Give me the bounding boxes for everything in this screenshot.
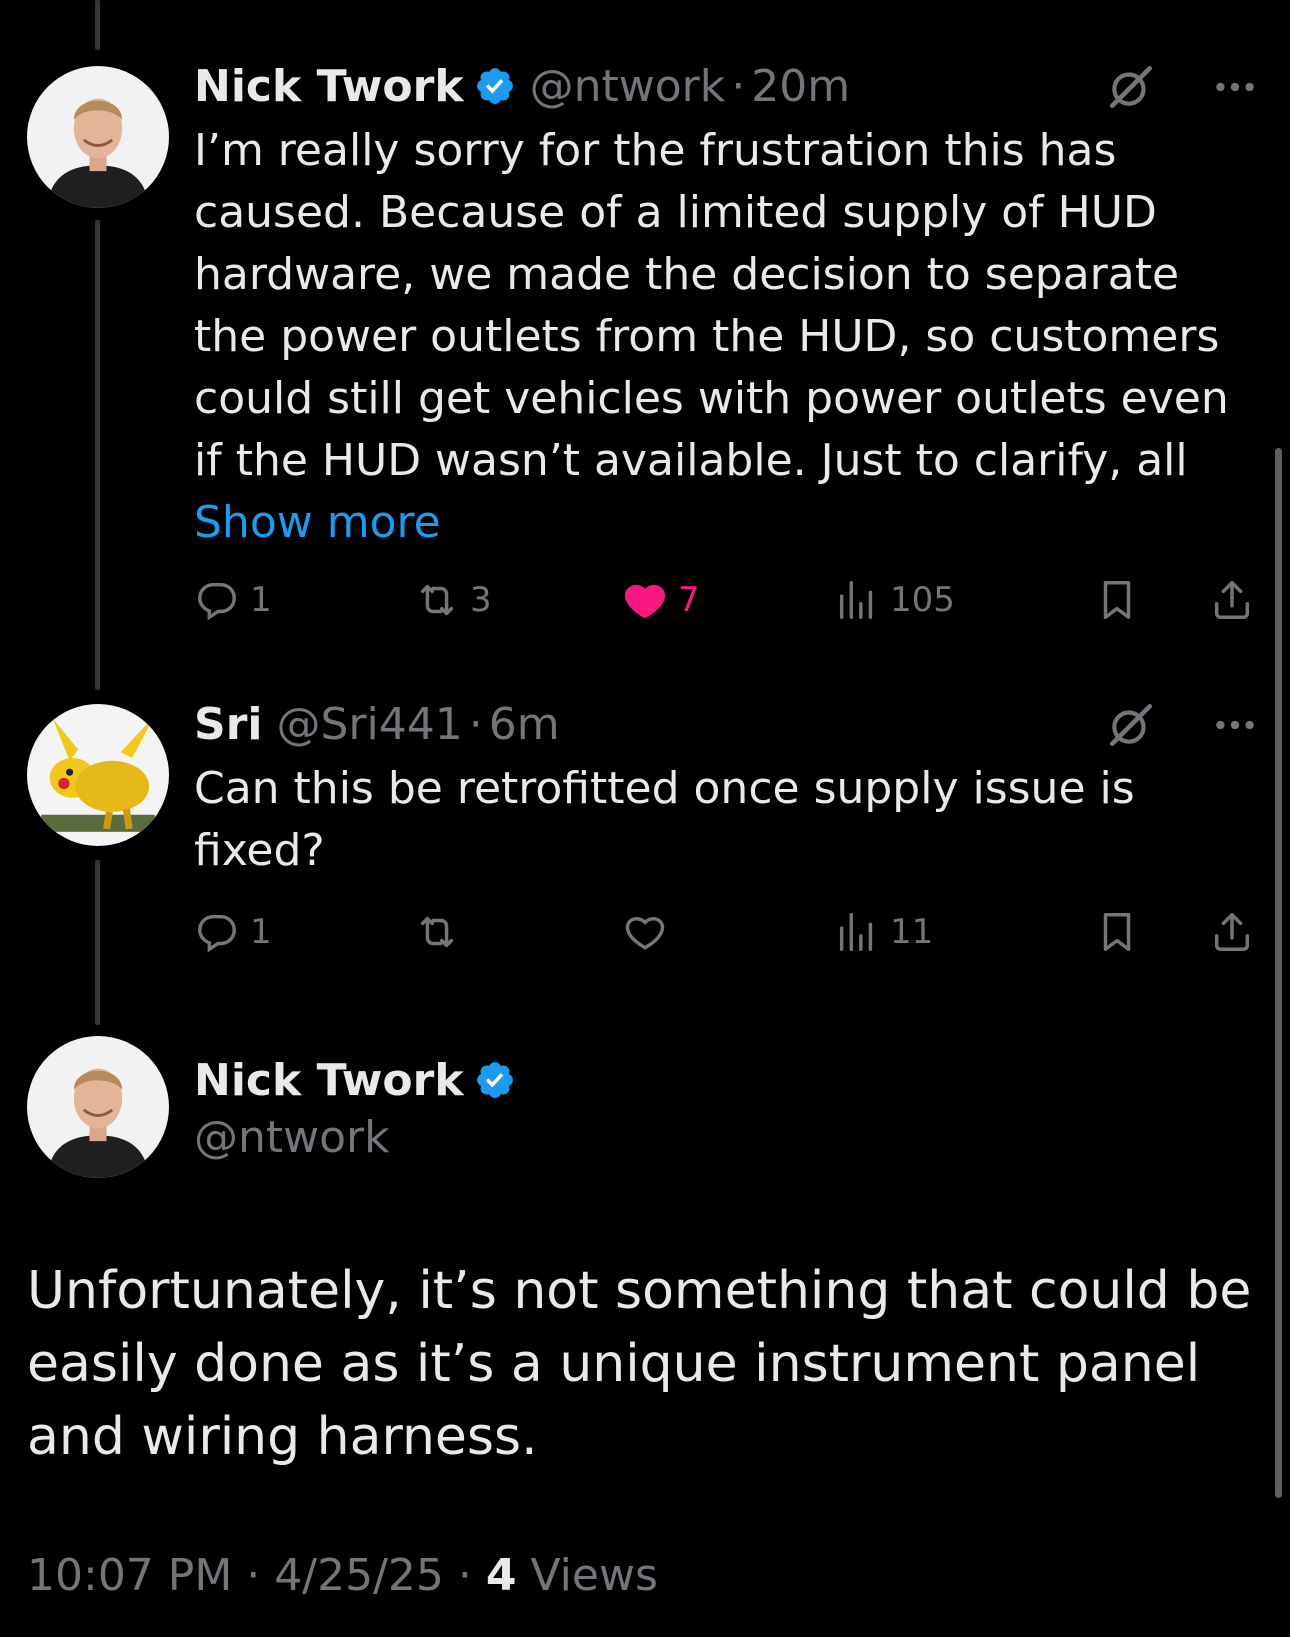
like-button[interactable] [622,902,668,962]
reply-count: 1 [250,580,272,620]
timestamp[interactable]: 6m [489,699,560,750]
handle[interactable]: @ntwork [530,61,726,112]
display-name[interactable]: Nick Twork [194,61,464,112]
show-more-link[interactable]: Show more [194,497,441,548]
views-button[interactable]: 11 [834,902,933,962]
heart-icon [625,917,665,950]
reply-count: 1 [250,912,272,952]
thread-line-2 [95,860,100,1025]
tweet-time[interactable]: 10:07 PM [27,1550,232,1601]
avatar[interactable] [27,1036,169,1178]
tweet-timestamp-row: 10:07 PM · 4/25/25 · 4 Views [27,1550,658,1601]
verified-badge-icon [474,1059,516,1101]
tweet-actions: 1 3 7 105 [194,570,1264,630]
share-button[interactable] [1209,570,1255,630]
thread-line-1 [95,220,100,690]
bookmark-button[interactable] [1094,902,1140,962]
share-icon [1214,581,1250,619]
more-icon[interactable] [1210,62,1260,112]
main-tweet-header: Nick Twork [194,1050,516,1110]
bookmark-icon [1103,581,1131,619]
reply-button[interactable]: 1 [194,902,272,962]
grok-icon[interactable] [1106,62,1156,112]
person-avatar-icon [27,1036,169,1178]
share-button[interactable] [1209,902,1255,962]
repost-button[interactable] [414,902,460,962]
handle[interactable]: @Sri441 [276,699,462,750]
separator: · [246,1550,261,1601]
separator: · [731,60,746,112]
verified-badge-icon [474,65,516,107]
reply-icon [198,914,236,953]
views-label: Views [530,1550,658,1601]
views-icon [839,581,873,619]
views-icon [839,913,873,951]
reply-icon [198,582,236,621]
pikachu-avatar-icon [27,704,169,846]
separator: · [457,1550,472,1601]
reply-button[interactable]: 1 [194,570,272,630]
views-count: 105 [890,580,955,620]
person-avatar-icon [27,66,169,208]
views-count: 4 [485,1550,517,1601]
like-button[interactable]: 7 [622,570,700,630]
like-count: 7 [678,580,700,620]
bookmark-button[interactable] [1094,570,1140,630]
repost-icon [420,584,454,616]
avatar[interactable] [27,704,169,846]
bookmark-icon [1103,913,1131,951]
scrollbar[interactable] [1275,448,1282,1498]
repost-icon [420,916,454,948]
repost-count: 3 [470,580,492,620]
tweet-text[interactable]: I’m really sorry for the frustration thi… [194,120,1264,554]
main-tweet-text[interactable]: Unfortunately, it’s not something that c… [27,1255,1257,1474]
thread-line-top [95,0,100,50]
views-button[interactable]: 105 [834,570,955,630]
tweet-text-content: I’m really sorry for the frustration thi… [194,125,1229,486]
heart-icon [625,584,665,619]
display-name[interactable]: Sri [194,699,262,750]
views-count: 11 [890,912,934,952]
tweet-text-content: Can this be retrofitted once supply issu… [194,763,1135,876]
repost-button[interactable]: 3 [414,570,492,630]
handle[interactable]: @ntwork [194,1112,390,1163]
separator: · [468,698,483,750]
timestamp[interactable]: 20m [751,61,850,112]
more-icon[interactable] [1210,700,1260,750]
avatar[interactable] [27,66,169,208]
display-name[interactable]: Nick Twork [194,1055,464,1106]
tweet-date[interactable]: 4/25/25 [274,1550,444,1601]
tweet-actions: 1 11 [194,902,1264,962]
share-icon [1214,913,1250,951]
grok-icon[interactable] [1106,700,1156,750]
tweet-text[interactable]: Can this be retrofitted once supply issu… [194,758,1154,882]
